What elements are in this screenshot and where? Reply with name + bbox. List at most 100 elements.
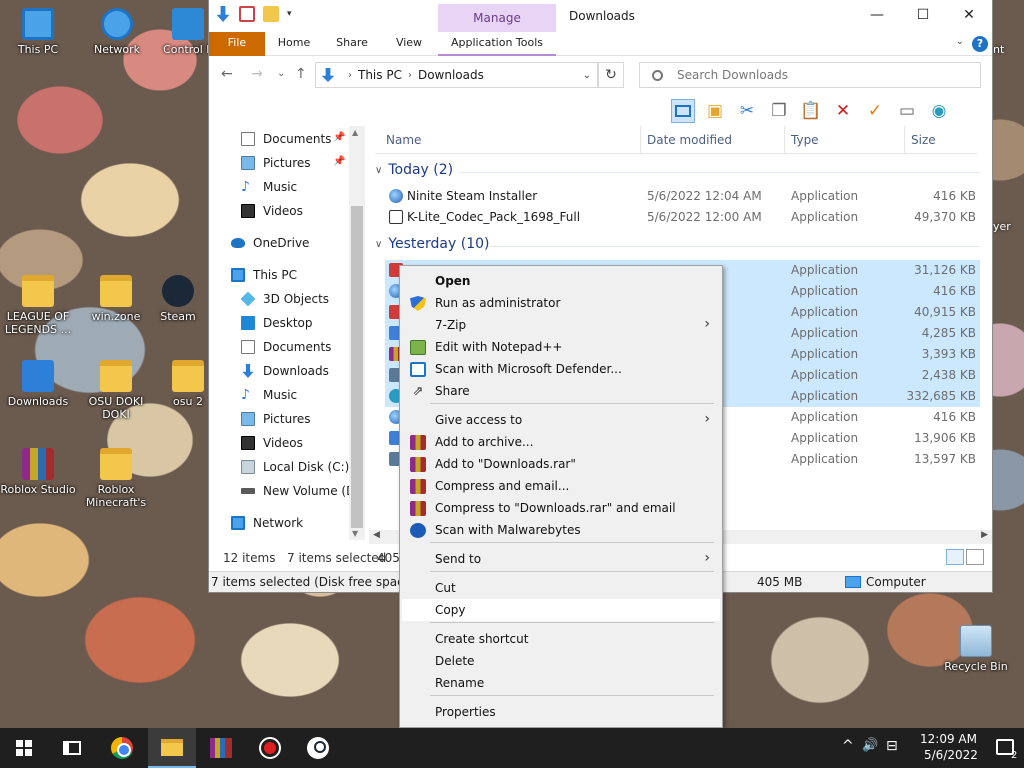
nav-item[interactable]: Documents bbox=[241, 128, 331, 150]
nav-item[interactable]: Videos bbox=[241, 200, 303, 222]
nav-item[interactable]: Documents bbox=[241, 336, 331, 358]
taskbar-steam[interactable] bbox=[294, 728, 342, 768]
menu-item[interactable]: Add to archive... bbox=[402, 431, 720, 453]
menu-item[interactable]: Compress to "Downloads.rar" and email bbox=[402, 497, 720, 519]
details-view-icon[interactable] bbox=[946, 549, 964, 565]
paste-icon[interactable]: 📋 bbox=[799, 99, 823, 123]
desktop-icon[interactable]: OSU DOKI DOKI bbox=[78, 360, 154, 421]
group-header-yesterday[interactable]: ∨ Yesterday (10) bbox=[375, 236, 489, 252]
help-icon[interactable]: ? bbox=[972, 36, 988, 52]
close-button[interactable]: ✕ bbox=[946, 0, 992, 30]
desktop-icon[interactable]: Roblox Studio bbox=[0, 448, 76, 496]
nav-item[interactable]: Network bbox=[231, 512, 303, 534]
new-folder-icon[interactable]: ▣ bbox=[703, 99, 727, 123]
clock-time[interactable]: 12:09 AM bbox=[920, 732, 977, 746]
nav-item[interactable]: Local Disk (C:) bbox=[241, 456, 349, 478]
desktop-icon[interactable]: Network bbox=[79, 8, 155, 56]
volume-icon[interactable]: 🔊 bbox=[862, 738, 878, 753]
nav-item[interactable]: Desktop bbox=[241, 312, 313, 334]
nav-item[interactable]: 3D Objects bbox=[240, 288, 329, 310]
desktop-icon-fragment[interactable]: nt bbox=[993, 43, 1004, 56]
clock-date[interactable]: 5/6/2022 bbox=[924, 748, 978, 762]
column-name[interactable]: Name bbox=[386, 133, 421, 147]
desktop-icon[interactable]: Recycle Bin bbox=[938, 625, 1014, 673]
column-date-modified[interactable]: Date modified bbox=[647, 133, 732, 147]
menu-item[interactable]: Rename bbox=[402, 672, 720, 694]
menu-item[interactable]: Compress and email... bbox=[402, 475, 720, 497]
breadcrumb-downloads[interactable]: Downloads bbox=[418, 68, 484, 82]
menu-item[interactable]: Run as administrator bbox=[402, 292, 720, 314]
chevron-up-icon[interactable]: ^ bbox=[842, 738, 854, 754]
menu-item[interactable]: 7-Zip › bbox=[402, 314, 720, 336]
preview-pane-icon[interactable] bbox=[671, 99, 695, 123]
refresh-button[interactable]: ↻ bbox=[598, 62, 624, 88]
nav-item[interactable]: New Volume (D: bbox=[241, 480, 359, 502]
taskbar-winrar[interactable] bbox=[197, 728, 245, 768]
customize-dropdown-icon[interactable]: ▾ bbox=[287, 9, 292, 19]
desktop-icon[interactable]: Steam bbox=[140, 275, 216, 323]
minimize-button[interactable]: — bbox=[854, 0, 900, 30]
navpane-scrollbar[interactable]: ▲ ▼ bbox=[349, 126, 365, 540]
tab-view[interactable]: View bbox=[387, 32, 431, 56]
nav-item[interactable]: This PC bbox=[231, 264, 297, 286]
file-row[interactable]: Ninite Steam Installer 5/6/2022 12:04 AM A… bbox=[385, 186, 980, 207]
shell-icon[interactable]: ◉ bbox=[927, 99, 951, 123]
scrollbar-thumb[interactable] bbox=[351, 206, 363, 528]
address-bar[interactable]: › This PC › Downloads ⌄ bbox=[315, 62, 598, 88]
nav-item[interactable]: OneDrive bbox=[231, 232, 309, 254]
menu-item[interactable]: ⇗ Share bbox=[402, 380, 720, 402]
network-icon[interactable]: ⊟ bbox=[886, 738, 898, 754]
copy-icon[interactable]: ❐ bbox=[767, 99, 791, 123]
rename-icon[interactable]: ▭ bbox=[895, 99, 919, 123]
menu-item[interactable]: Open bbox=[402, 270, 720, 292]
properties-icon[interactable] bbox=[239, 6, 255, 22]
breadcrumb-this-pc[interactable]: This PC bbox=[358, 68, 402, 82]
nav-item[interactable]: Pictures bbox=[241, 408, 311, 430]
delete-icon[interactable]: ✕ bbox=[831, 99, 855, 123]
file-row[interactable]: K-Lite_Codec_Pack_1698_Full 5/6/2022 12:0… bbox=[385, 207, 980, 228]
taskbar-file-explorer[interactable] bbox=[148, 728, 196, 768]
nav-item[interactable]: Pictures bbox=[241, 152, 311, 174]
menu-item[interactable]: Send to › bbox=[402, 548, 720, 570]
maximize-button[interactable]: ☐ bbox=[900, 0, 946, 30]
taskbar-recorder[interactable] bbox=[246, 728, 294, 768]
taskbar-chrome[interactable] bbox=[98, 728, 146, 768]
up-button[interactable]: ↑ bbox=[295, 66, 307, 82]
new-folder-icon[interactable] bbox=[263, 6, 279, 22]
tab-home[interactable]: Home bbox=[271, 32, 317, 56]
chevron-down-icon[interactable]: ⌄ bbox=[583, 70, 591, 81]
nav-item[interactable]: ♪ Music bbox=[241, 176, 297, 198]
group-header-today[interactable]: ∨ Today (2) bbox=[375, 162, 453, 178]
menu-item[interactable]: Create shortcut bbox=[402, 628, 720, 650]
menu-item[interactable]: Add to "Downloads.rar" bbox=[402, 453, 720, 475]
menu-item[interactable]: Give access to › bbox=[402, 409, 720, 431]
desktop-icon[interactable]: Downloads bbox=[0, 360, 76, 408]
back-button[interactable]: ← bbox=[221, 66, 233, 82]
cut-icon[interactable]: ✂ bbox=[735, 99, 759, 123]
large-icons-view-icon[interactable] bbox=[966, 549, 984, 565]
menu-item[interactable]: Delete bbox=[402, 650, 720, 672]
task-view-button[interactable] bbox=[48, 728, 96, 768]
nav-item[interactable]: ♪ Music bbox=[241, 384, 297, 406]
desktop-icon[interactable]: Roblox Minecraft's bbox=[78, 448, 154, 509]
check-icon[interactable]: ✓ bbox=[863, 99, 887, 123]
search-input[interactable]: Search Downloads bbox=[639, 62, 981, 88]
menu-item[interactable]: Copy bbox=[402, 599, 720, 621]
tab-share[interactable]: Share bbox=[329, 32, 375, 56]
desktop-icon[interactable]: This PC bbox=[0, 8, 76, 56]
nav-item[interactable]: Videos bbox=[241, 432, 303, 454]
download-icon[interactable] bbox=[216, 6, 230, 22]
menu-item[interactable]: Edit with Notepad++ bbox=[402, 336, 720, 358]
forward-button[interactable]: → bbox=[251, 66, 263, 82]
tab-application-tools[interactable]: Application Tools bbox=[438, 32, 556, 56]
menu-item[interactable]: Scan with Malwarebytes bbox=[402, 519, 720, 541]
desktop-icon-fragment[interactable]: yer bbox=[993, 220, 1011, 233]
ribbon-collapse-icon[interactable]: ⌄ bbox=[956, 36, 964, 52]
column-size[interactable]: Size bbox=[911, 133, 936, 147]
menu-item[interactable]: Scan with Microsoft Defender... bbox=[402, 358, 720, 380]
menu-item[interactable]: Cut bbox=[402, 577, 720, 599]
start-button[interactable] bbox=[0, 728, 48, 768]
menu-item[interactable]: Properties bbox=[402, 701, 720, 723]
column-type[interactable]: Type bbox=[791, 133, 819, 147]
tab-file[interactable]: File bbox=[209, 32, 265, 56]
